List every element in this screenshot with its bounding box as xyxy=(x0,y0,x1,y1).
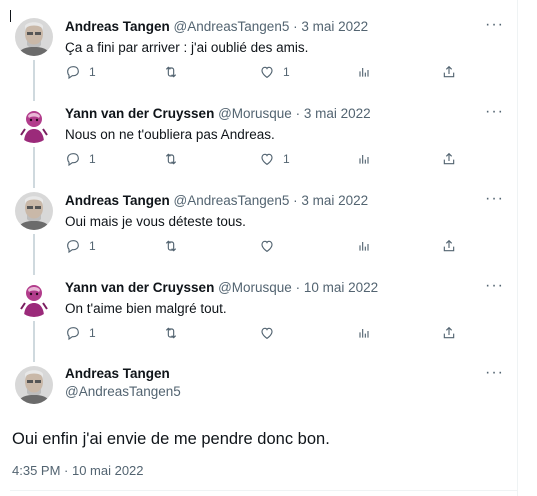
analytics-icon xyxy=(359,242,369,251)
more-options-icon[interactable]: ··· xyxy=(485,364,504,382)
separator: · xyxy=(289,19,302,34)
heart-icon xyxy=(261,153,273,165)
reply-icon xyxy=(67,240,79,254)
analytics-icon xyxy=(359,329,369,338)
tweet-header: Andreas Tangen @AndreasTangen5 · 3 mai 2… xyxy=(65,192,526,210)
tweet-timestamp[interactable]: 4:35 PM · 10 mai 2022 xyxy=(12,463,144,478)
text-cursor xyxy=(10,10,11,22)
reply-count: 1 xyxy=(89,239,96,253)
reply-icon xyxy=(67,327,79,341)
avatar[interactable] xyxy=(15,366,53,404)
column-border xyxy=(517,0,518,496)
like-count: 1 xyxy=(283,65,290,79)
analytics-button[interactable] xyxy=(356,64,372,80)
thread-connector-line xyxy=(33,234,35,275)
reply-button[interactable]: 1 xyxy=(65,64,96,80)
like-count: 1 xyxy=(283,152,290,166)
more-options-icon[interactable]: ··· xyxy=(485,277,504,295)
author-handle[interactable]: @AndreasTangen5 xyxy=(65,384,526,399)
retweet-button[interactable] xyxy=(163,325,187,341)
thread-connector-line xyxy=(33,147,35,188)
tweet-header: Yann van der Cruyssen @Morusque · 10 mai… xyxy=(65,279,526,297)
analytics-button[interactable] xyxy=(356,238,372,254)
reply-count: 1 xyxy=(89,152,96,166)
tweet-actions: 1 1 xyxy=(65,151,457,169)
tweet-date[interactable]: 3 mai 2022 xyxy=(301,193,368,208)
heart-icon xyxy=(261,240,273,252)
tweet-actions: 1 xyxy=(65,325,457,343)
retweet-icon xyxy=(165,240,177,252)
share-icon xyxy=(443,239,455,252)
heart-icon xyxy=(261,327,273,339)
tweet-text: On t'aime bien malgré tout. xyxy=(65,301,227,316)
share-icon xyxy=(443,65,455,78)
tweet-date[interactable]: 3 mai 2022 xyxy=(301,19,368,34)
reply-count: 1 xyxy=(89,65,96,79)
like-button[interactable]: 1 xyxy=(259,151,290,167)
share-icon xyxy=(443,152,455,165)
share-button[interactable] xyxy=(441,151,457,167)
tweet-date[interactable]: 3 mai 2022 xyxy=(304,106,371,121)
reply-icon xyxy=(67,66,79,80)
analytics-button[interactable] xyxy=(356,325,372,341)
reply-icon xyxy=(67,153,79,167)
more-options-icon[interactable]: ··· xyxy=(485,103,504,121)
more-options-icon[interactable]: ··· xyxy=(485,190,504,208)
author-handle[interactable]: @AndreasTangen5 xyxy=(174,193,290,208)
retweet-icon xyxy=(165,327,177,339)
reply-count: 1 xyxy=(89,326,96,340)
retweet-button[interactable] xyxy=(163,64,187,80)
retweet-button[interactable] xyxy=(163,151,187,167)
tweet-header: Andreas Tangen @AndreasTangen5 · 3 mai 2… xyxy=(65,18,526,36)
author-name[interactable]: Andreas Tangen xyxy=(65,19,170,34)
author-handle[interactable]: @Morusque xyxy=(218,106,292,121)
tweet-text: Ça a fini par arriver : j'ai oublié des … xyxy=(65,40,309,55)
analytics-button[interactable] xyxy=(356,151,372,167)
author-name[interactable]: Yann van der Cruyssen xyxy=(65,280,214,295)
tweet-date[interactable]: 10 mai 2022 xyxy=(304,280,378,295)
divider xyxy=(10,490,517,491)
avatar[interactable] xyxy=(15,18,53,56)
retweet-button[interactable] xyxy=(163,238,187,254)
more-options-icon[interactable]: ··· xyxy=(485,16,504,34)
reply-button[interactable]: 1 xyxy=(65,151,96,167)
reply-button[interactable]: 1 xyxy=(65,325,96,341)
avatar[interactable] xyxy=(15,279,53,317)
separator: · xyxy=(291,280,304,295)
avatar[interactable] xyxy=(15,105,53,143)
reply-button[interactable]: 1 xyxy=(65,238,96,254)
heart-icon xyxy=(261,66,273,78)
tweet-text: Oui mais je vous déteste tous. xyxy=(65,214,246,229)
share-button[interactable] xyxy=(441,238,457,254)
author-name[interactable]: Andreas Tangen xyxy=(65,193,170,208)
like-button[interactable] xyxy=(259,325,283,341)
author-name[interactable]: Andreas Tangen xyxy=(65,366,526,381)
like-button[interactable] xyxy=(259,238,283,254)
author-handle[interactable]: @AndreasTangen5 xyxy=(174,19,290,34)
share-button[interactable] xyxy=(441,325,457,341)
tweet-header: Yann van der Cruyssen @Morusque · 3 mai … xyxy=(65,105,526,123)
thread-connector-line xyxy=(33,321,35,362)
retweet-icon xyxy=(165,66,177,78)
separator: · xyxy=(291,106,304,121)
share-icon xyxy=(443,326,455,339)
analytics-icon xyxy=(359,155,369,164)
author-name[interactable]: Yann van der Cruyssen xyxy=(65,106,214,121)
retweet-icon xyxy=(165,153,177,165)
author-handle[interactable]: @Morusque xyxy=(218,280,292,295)
thread-connector-line xyxy=(33,60,35,101)
share-button[interactable] xyxy=(441,64,457,80)
tweet-actions: 1 xyxy=(65,238,457,256)
tweet-text: Oui enfin j'ai envie de me pendre donc b… xyxy=(12,430,330,448)
separator: · xyxy=(289,193,302,208)
like-button[interactable]: 1 xyxy=(259,64,290,80)
avatar[interactable] xyxy=(15,192,53,230)
tweet-actions: 1 1 xyxy=(65,64,457,82)
analytics-icon xyxy=(359,68,369,77)
tweet-text: Nous on ne t'oubliera pas Andreas. xyxy=(65,127,275,142)
